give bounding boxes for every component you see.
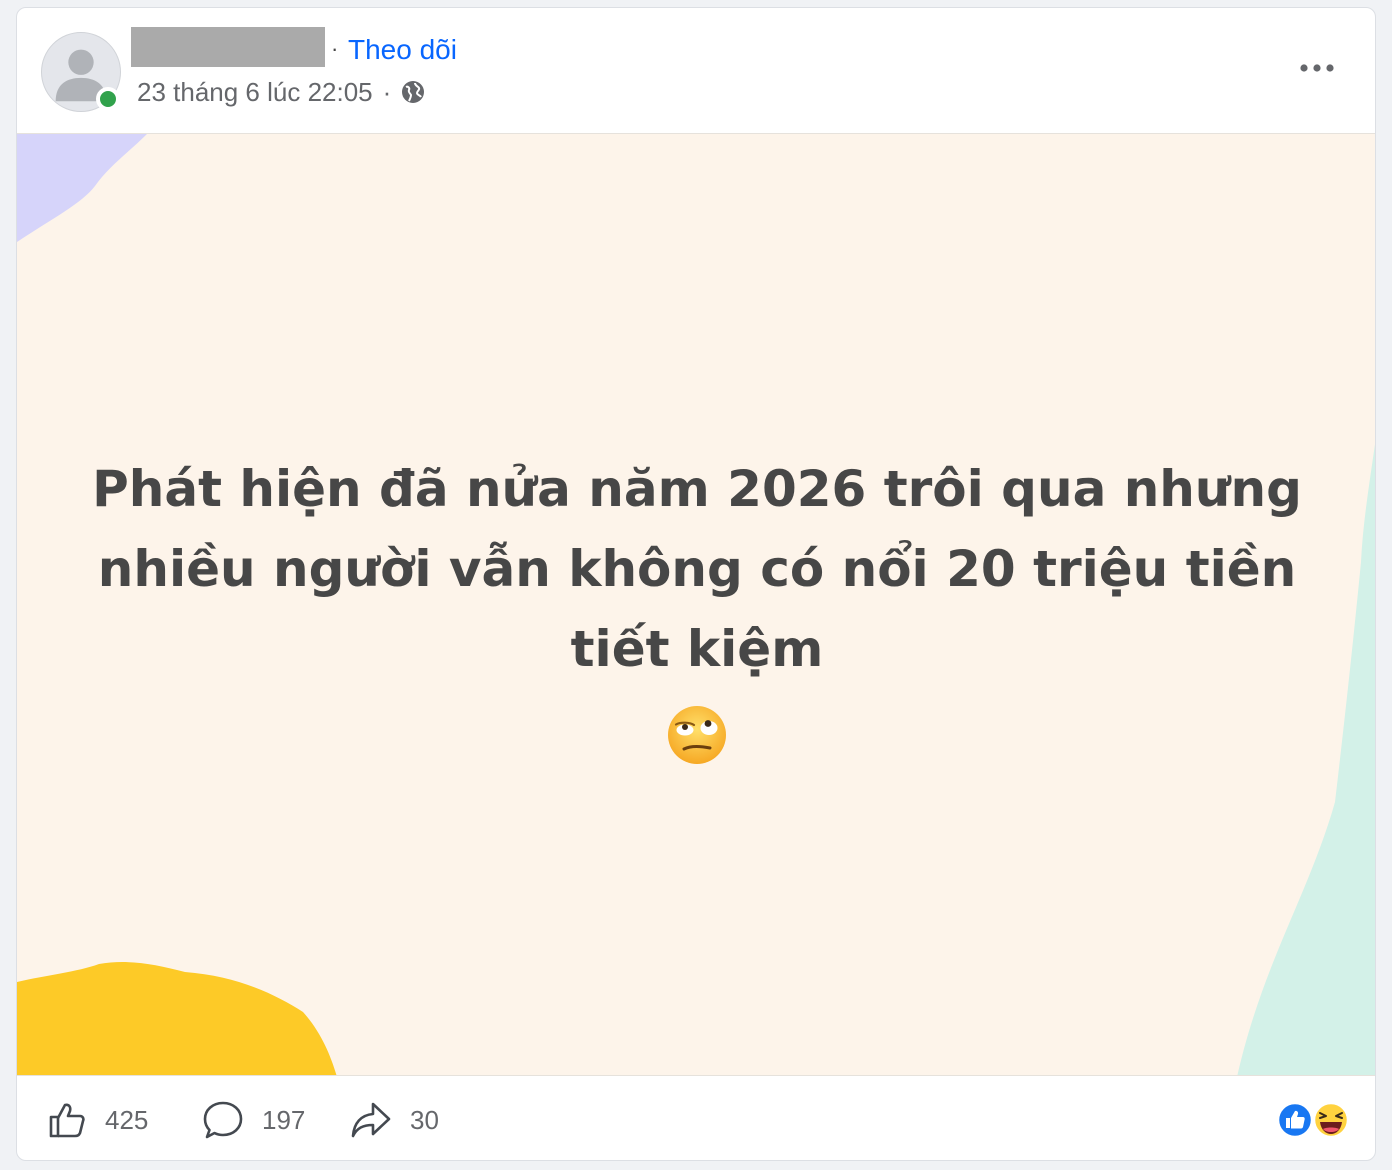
- like-reaction-icon: [1276, 1101, 1314, 1139]
- post-text-line: tiết kiệm: [570, 620, 824, 678]
- share-action[interactable]: 30: [350, 1100, 439, 1140]
- timestamp-separator: ·: [382, 77, 392, 107]
- share-icon: [351, 1102, 391, 1138]
- post-footer: 425 197 30: [17, 1076, 1375, 1160]
- comment-icon: [203, 1101, 243, 1139]
- follow-separator: ·: [331, 36, 339, 61]
- share-count: 30: [410, 1104, 439, 1135]
- post-text-line: nhiều người vẫn không có nổi 20 triệu ti…: [97, 540, 1297, 598]
- more-horizontal-icon: [1300, 64, 1334, 72]
- post-text: Phát hiện đã nửa năm 2026 trôi qua nhưng…: [77, 449, 1317, 689]
- author-name-redacted[interactable]: [131, 27, 325, 67]
- like-count: 425: [105, 1104, 149, 1135]
- follow-button[interactable]: Theo dõi: [348, 34, 457, 66]
- post-timestamp[interactable]: 23 tháng 6 lúc 22:05: [137, 76, 373, 108]
- online-status-indicator: [96, 87, 120, 111]
- comment-action[interactable]: 197: [202, 1100, 305, 1140]
- post-background-area: Phát hiện đã nửa năm 2026 trôi qua nhưng…: [17, 133, 1375, 1076]
- post-text-line: Phát hiện đã nửa năm 2026 trôi qua nhưng: [92, 460, 1302, 518]
- post-card: · Theo dõi 23 tháng 6 lúc 22:05 · Phát h…: [16, 7, 1376, 1161]
- globe-icon[interactable]: [401, 80, 425, 104]
- post-header: · Theo dõi 23 tháng 6 lúc 22:05 ·: [17, 8, 1375, 134]
- face-with-rolling-eyes-emoji: [666, 704, 728, 766]
- post-meta: 23 tháng 6 lúc 22:05 ·: [137, 76, 425, 108]
- more-options-button[interactable]: [1293, 48, 1341, 88]
- reaction-summary[interactable]: [1275, 1100, 1355, 1140]
- like-action[interactable]: 425: [47, 1100, 148, 1140]
- haha-reaction-icon: [1312, 1101, 1350, 1139]
- comment-count: 197: [262, 1104, 306, 1135]
- like-icon: [49, 1103, 85, 1138]
